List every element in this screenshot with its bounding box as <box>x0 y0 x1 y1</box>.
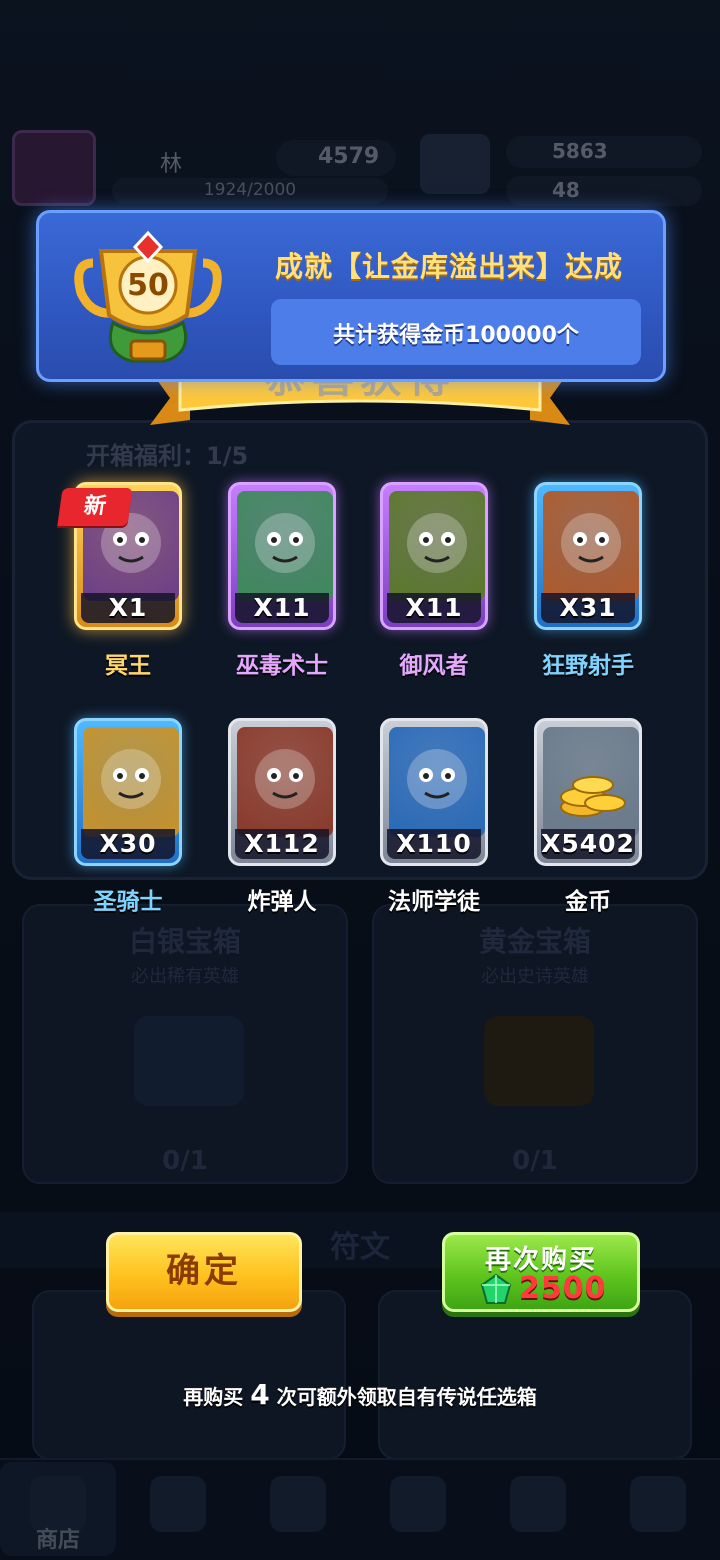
reward-quantity: X11 <box>387 593 481 623</box>
new-badge: 新 <box>57 488 133 526</box>
achievement-banner: 50 成就【让金库溢出来】达成 共计获得金币100000个 <box>36 210 666 382</box>
achievement-description: 共计获得金币100000个 <box>333 323 579 348</box>
hero-portrait <box>237 491 333 601</box>
achievement-title: 成就【让金库溢出来】达成 <box>275 250 624 283</box>
reward-quantity: X31 <box>541 593 635 623</box>
reward-name: 冥王 <box>105 653 151 679</box>
bonus-suffix: 次可额外领取自有传说任选箱 <box>276 1385 537 1409</box>
reward-quantity: X11 <box>235 593 329 623</box>
confirm-button[interactable]: 确定 <box>106 1232 302 1312</box>
reward-card[interactable]: X31 <box>534 482 642 630</box>
reward-card[interactable]: X110 <box>380 718 488 866</box>
hero-portrait <box>543 491 639 601</box>
gem-icon <box>480 1273 512 1304</box>
reward-card[interactable]: X11 <box>380 482 488 630</box>
bonus-prefix: 再购买 <box>183 1385 244 1409</box>
hero-portrait <box>389 491 485 601</box>
achievement-level: 50 <box>127 268 169 303</box>
reward-quantity: X112 <box>235 829 329 859</box>
reward-quantity: X5402 <box>541 829 635 859</box>
reward-quantity: X110 <box>387 829 481 859</box>
reward-name: 巫毒术士 <box>236 653 328 679</box>
coins-icon <box>543 727 639 837</box>
reward-name: 圣骑士 <box>93 889 163 915</box>
hero-portrait <box>83 727 179 837</box>
confirm-button-label: 确定 <box>166 1251 242 1291</box>
reward-card[interactable]: X112 <box>228 718 336 866</box>
reward-card[interactable]: X5402 <box>534 718 642 866</box>
bonus-text: 再购买 4 次可额外领取自有传说任选箱 <box>0 1378 720 1411</box>
reward-name: 法师学徒 <box>388 889 480 915</box>
reward-name: 御风者 <box>399 653 469 679</box>
reward-quantity: X1 <box>81 593 175 623</box>
reward-name: 狂野射手 <box>542 653 634 679</box>
reward-card[interactable]: X11 <box>228 482 336 630</box>
reward-name: 炸弹人 <box>247 889 317 915</box>
buy-again-button[interactable]: 再次购买 2500 <box>442 1232 640 1312</box>
reward-quantity: X30 <box>81 829 175 859</box>
reward-name: 金币 <box>565 889 611 915</box>
hero-portrait <box>237 727 333 837</box>
achievement-desc-box: 共计获得金币100000个 <box>271 299 641 365</box>
reward-card[interactable]: X30 <box>74 718 182 866</box>
buy-again-price: 2500 <box>519 1271 607 1306</box>
bonus-count: 4 <box>250 1378 270 1411</box>
hero-portrait <box>389 727 485 837</box>
